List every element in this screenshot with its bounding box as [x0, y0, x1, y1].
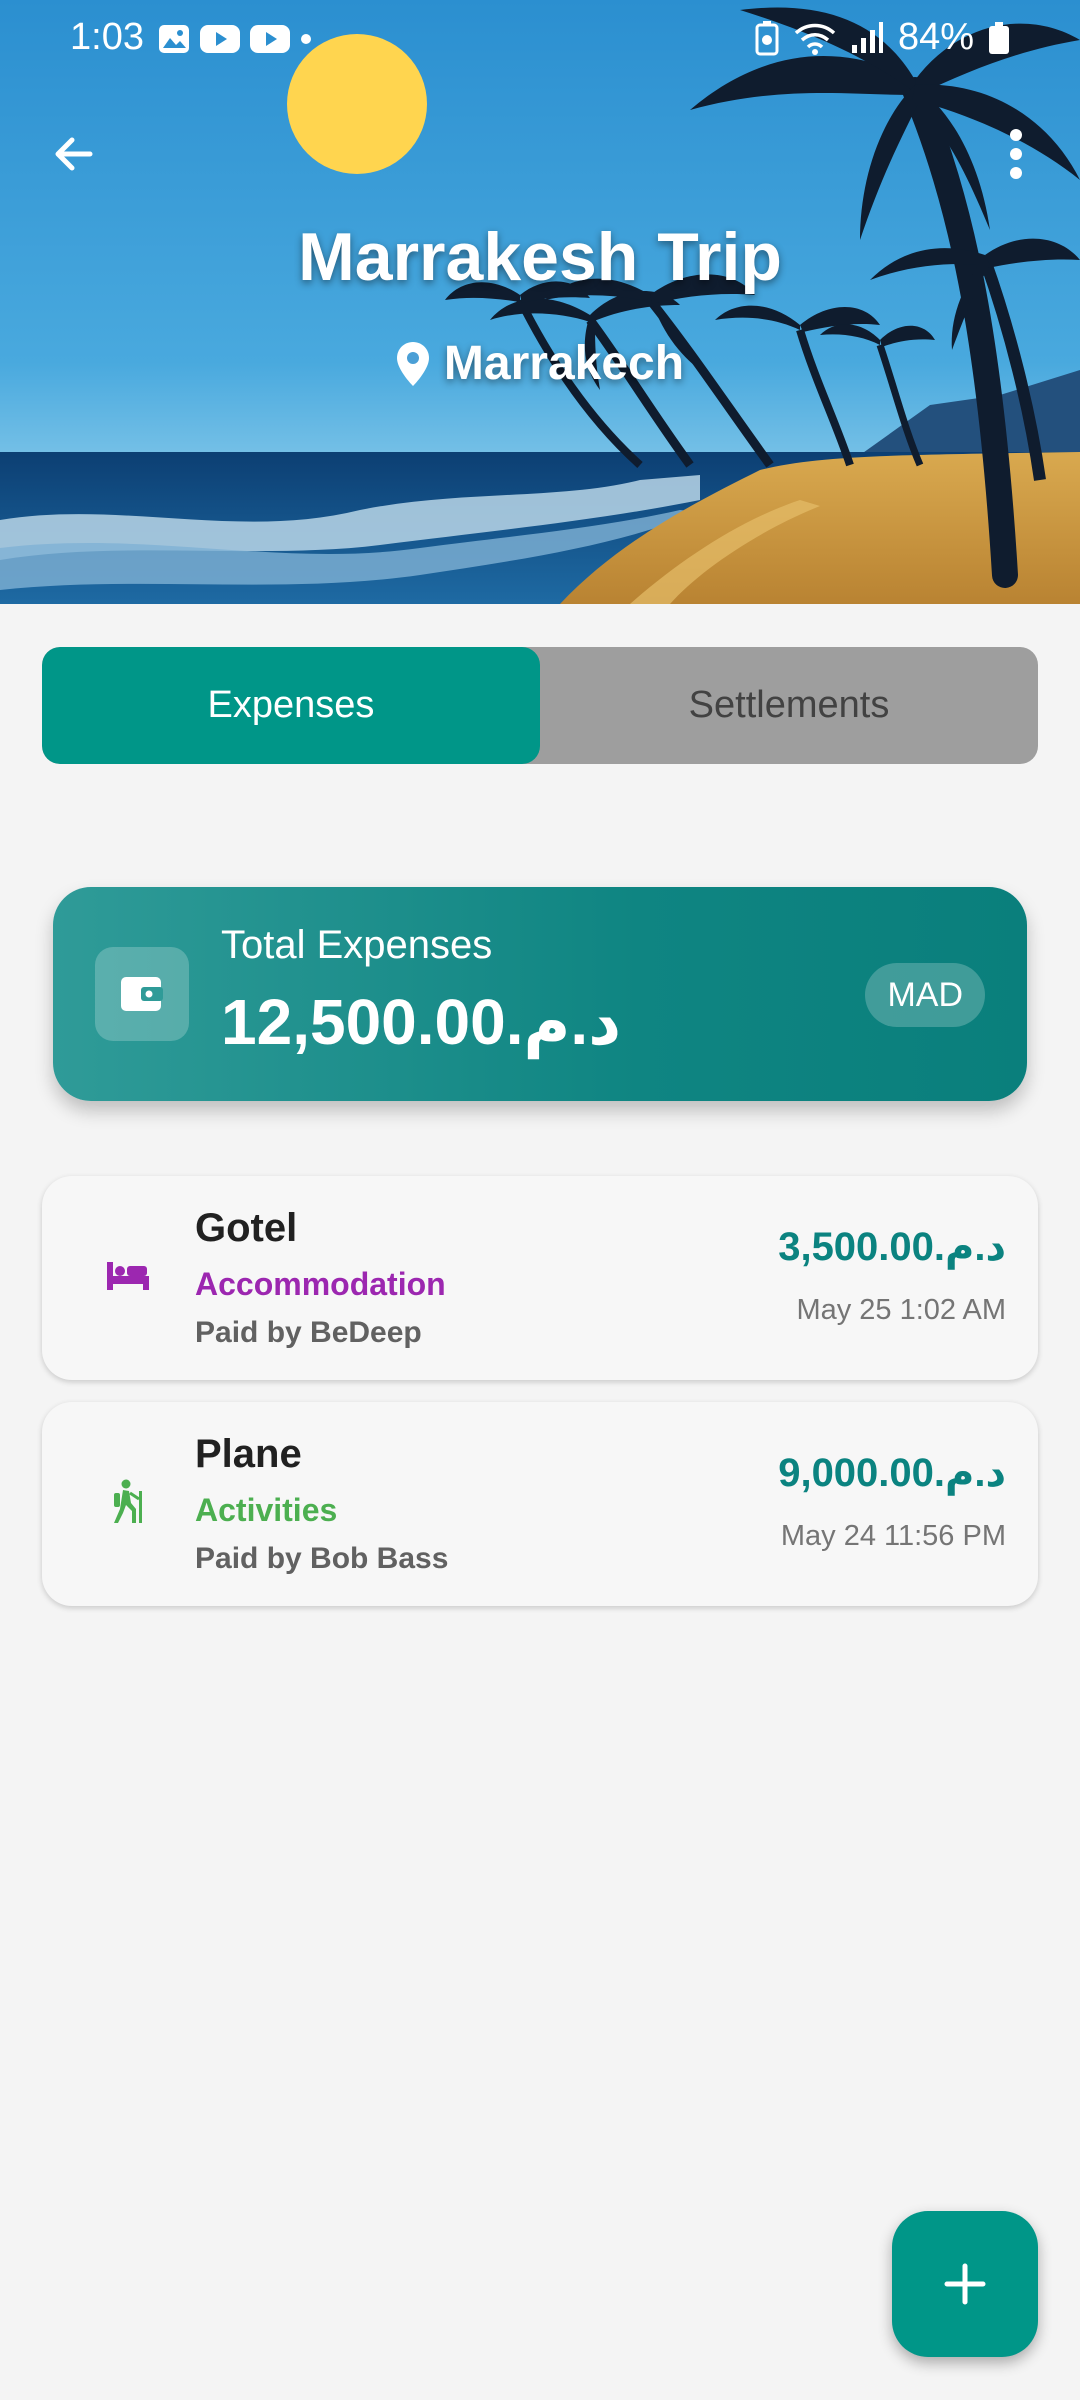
- tab-expenses[interactable]: Expenses: [42, 647, 540, 764]
- youtube-icon: [200, 25, 240, 53]
- expense-name: Plane: [195, 1432, 302, 1476]
- expense-category: Accommodation: [195, 1266, 446, 1302]
- add-expense-button[interactable]: [892, 2211, 1038, 2357]
- bed-icon: [107, 1262, 149, 1290]
- hiking-icon: [114, 1479, 142, 1523]
- expense-paid-by: Paid by Bob Bass: [195, 1542, 449, 1575]
- category-icon: [96, 1244, 160, 1308]
- expense-amount: 9,000.00.د.م: [778, 1451, 1006, 1495]
- currency-badge: MAD: [865, 963, 985, 1027]
- expense-name: Gotel: [195, 1206, 298, 1250]
- expense-category: Activities: [195, 1492, 338, 1528]
- back-button[interactable]: [38, 118, 110, 190]
- location-label: Marrakech: [443, 337, 685, 390]
- total-expenses-label: Total Expenses: [221, 923, 493, 967]
- trip-title: Marrakesh Trip: [298, 219, 782, 295]
- more-options-button[interactable]: [980, 118, 1052, 190]
- category-icon: [96, 1470, 160, 1534]
- beach-illustration: [0, 0, 1080, 604]
- wallet-icon: [121, 977, 163, 1011]
- gallery-icon: [159, 25, 189, 53]
- dot-icon: [301, 34, 311, 44]
- total-expenses-amount: 12,500.00.د.م: [221, 986, 622, 1058]
- expense-paid-by: Paid by BeDeep: [195, 1316, 422, 1349]
- status-bar: 1:03 84%: [0, 0, 1080, 80]
- battery-percent: 84%: [897, 16, 974, 58]
- expense-item[interactable]: Plane Activities Paid by Bob Bass 9,000.…: [42, 1402, 1038, 1606]
- status-time: 1:03: [70, 16, 144, 58]
- plus-icon: [944, 2263, 986, 2305]
- view-tabs: Expenses Settlements: [42, 647, 1038, 764]
- tab-settlements[interactable]: Settlements: [540, 647, 1038, 764]
- trip-location: Marrakech: [0, 336, 1080, 391]
- battery-saver-icon: [755, 20, 779, 55]
- more-vert-icon: [1010, 129, 1022, 179]
- trip-header: 1:03 84% Marrakesh Trip Marrakech: [0, 0, 1080, 604]
- youtube-icon: [250, 25, 290, 53]
- expense-date: May 25 1:02 AM: [796, 1294, 1006, 1326]
- wallet-icon-box: [95, 947, 189, 1041]
- signal-icon: [851, 21, 883, 53]
- expense-amount: 3,500.00.د.م: [778, 1225, 1006, 1269]
- location-pin-icon: [396, 341, 429, 386]
- expense-item[interactable]: Gotel Accommodation Paid by BeDeep 3,500…: [42, 1176, 1038, 1380]
- total-expenses-card: Total Expenses 12,500.00.د.م MAD: [53, 887, 1027, 1101]
- wifi-icon: [794, 23, 836, 55]
- battery-icon: [989, 21, 1009, 54]
- expense-date: May 24 11:56 PM: [780, 1520, 1006, 1552]
- arrow-left-icon: [55, 137, 93, 171]
